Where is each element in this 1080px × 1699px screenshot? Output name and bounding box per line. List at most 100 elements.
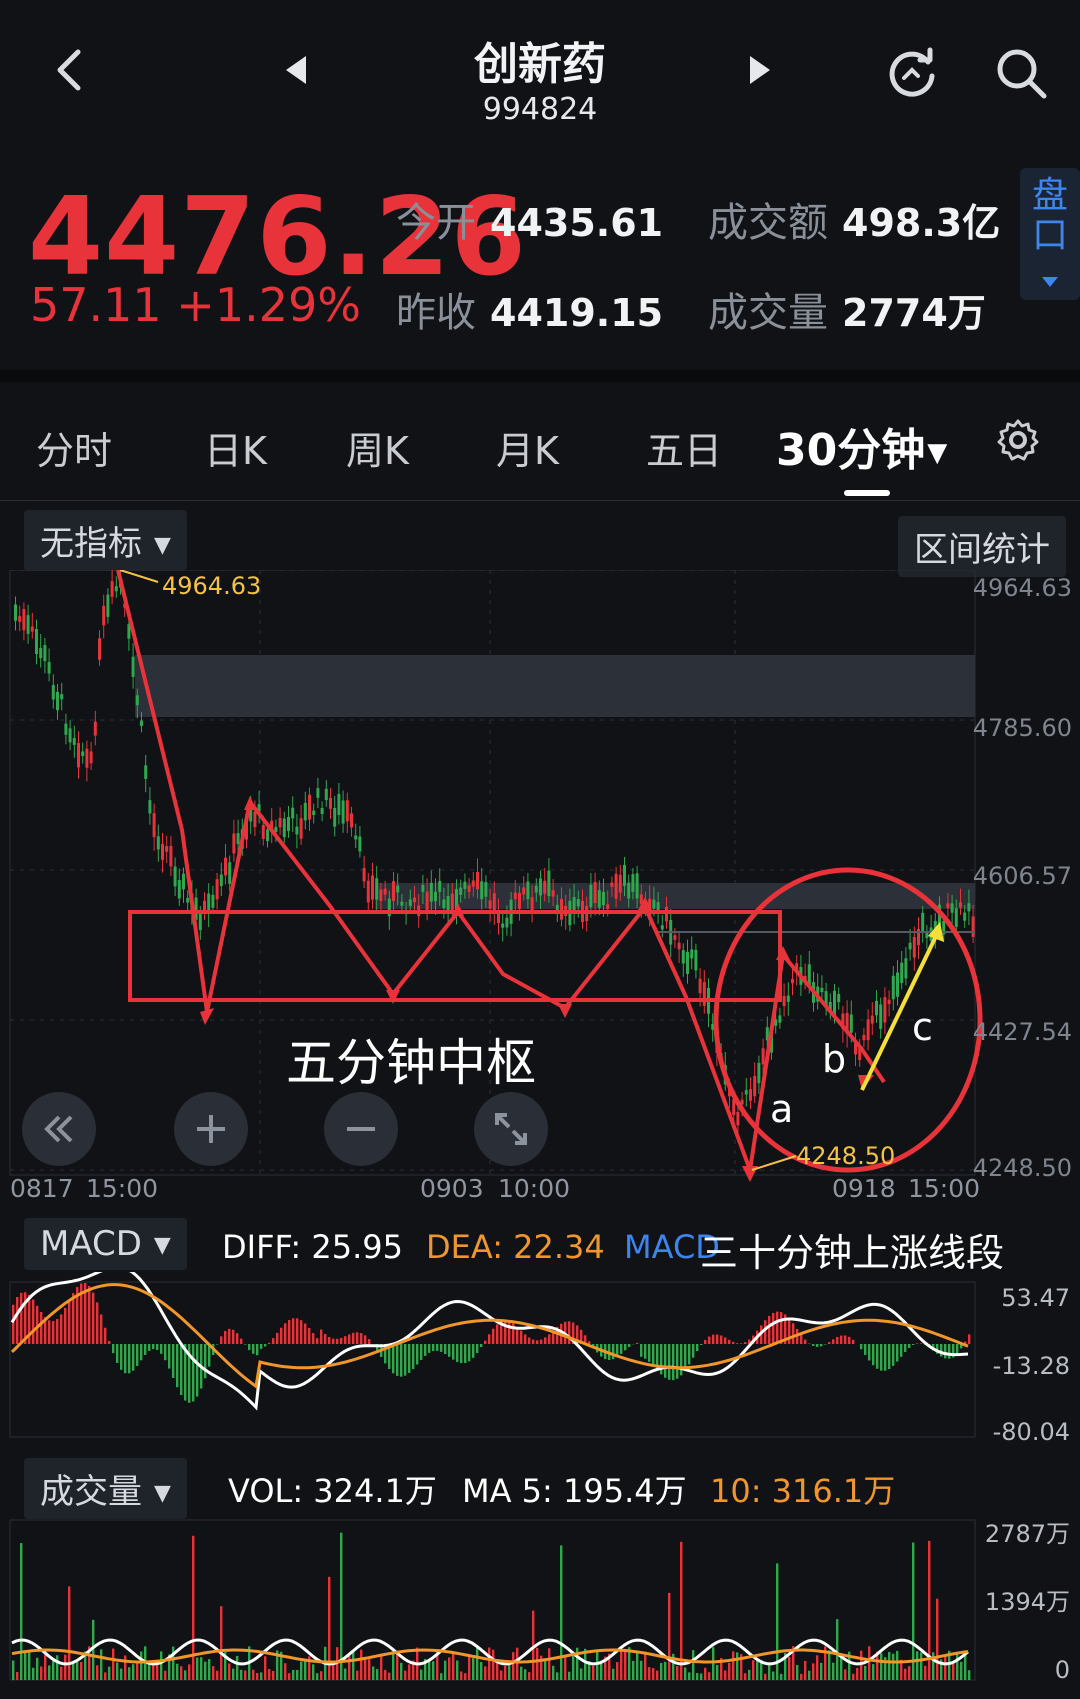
candle-body (761, 1048, 765, 1065)
candle-body (618, 874, 622, 893)
volume-bar (236, 1655, 239, 1680)
volume-bar (648, 1667, 651, 1680)
macd-bar (260, 1344, 263, 1349)
open-value: 4435.61 (490, 201, 664, 245)
macd-dropdown[interactable]: MACD ▼ (24, 1218, 187, 1270)
macd-bar (628, 1344, 631, 1347)
y-tick-label: 4964.63 (973, 574, 1072, 602)
tab-monthly-k[interactable]: 月K (496, 420, 559, 475)
candle-body (287, 816, 290, 832)
tab-weekly-k[interactable]: 周K (346, 420, 409, 475)
candle-body (85, 748, 89, 768)
tab-daily-k[interactable]: 日K (204, 420, 267, 475)
macd-bar (768, 1315, 771, 1344)
macd-bar (192, 1344, 195, 1402)
volume-bar (624, 1648, 627, 1680)
volume-bar (744, 1673, 747, 1680)
zoom-in-button[interactable] (174, 1092, 248, 1166)
tab-five-day[interactable]: 五日 (646, 420, 722, 475)
candle-body (106, 594, 110, 617)
fullscreen-button[interactable] (474, 1092, 548, 1166)
volume-bar (508, 1663, 511, 1680)
macd-bar (724, 1337, 727, 1344)
macd-bar (288, 1319, 291, 1344)
scroll-left-button[interactable] (22, 1092, 96, 1166)
macd-bar (88, 1286, 91, 1344)
volume-bar (148, 1663, 151, 1680)
candle-body (161, 843, 164, 860)
macd-bar (672, 1344, 675, 1381)
macd-bar (680, 1344, 683, 1376)
volume-bar (676, 1666, 679, 1680)
next-stock-button[interactable] (748, 56, 770, 88)
macd-bar (132, 1344, 135, 1371)
candle-body (870, 1015, 874, 1024)
refresh-button[interactable] (884, 46, 940, 106)
volume-bar (228, 1663, 231, 1680)
macd-bar (292, 1318, 295, 1344)
volume-bar (268, 1669, 271, 1680)
volume-bar (220, 1606, 223, 1680)
candle-body (744, 1090, 748, 1095)
caret-down-icon: ▼ (153, 1233, 171, 1258)
volume-bar (716, 1665, 719, 1680)
active-tab-indicator (844, 490, 890, 496)
volume-bar (780, 1673, 783, 1680)
volume-bar (472, 1658, 475, 1680)
macd-bar (812, 1344, 815, 1346)
candle-body (253, 811, 257, 828)
candle-body (442, 899, 446, 909)
macd-bar (12, 1304, 15, 1344)
macd-bar (320, 1329, 323, 1344)
macd-bar (416, 1344, 419, 1365)
volume-bar (476, 1646, 479, 1680)
macd-bar (68, 1300, 71, 1344)
macd-bar (488, 1334, 491, 1344)
volume-bar (728, 1662, 731, 1680)
macd-bar (860, 1344, 863, 1350)
search-button[interactable] (994, 46, 1048, 104)
volume-bar (764, 1673, 767, 1680)
macd-bar (692, 1344, 695, 1358)
volume-bar (112, 1648, 115, 1680)
candle-body (93, 721, 97, 736)
macd-bar (232, 1329, 235, 1344)
indicator-dropdown[interactable]: 无指标 ▼ (24, 510, 187, 571)
zoom-out-icon (347, 1127, 375, 1131)
volume-bar (108, 1666, 111, 1680)
volume-bar (956, 1651, 959, 1680)
candle-body (480, 881, 484, 900)
macd-bar (648, 1344, 651, 1362)
volume-bar (72, 1662, 75, 1680)
macd-bar (888, 1344, 891, 1370)
volume-bar (384, 1669, 387, 1680)
pankou-button[interactable]: 盘口 (1020, 168, 1080, 300)
volume-bar (448, 1657, 451, 1680)
range-stats-button[interactable]: 区间统计 (898, 516, 1066, 577)
candle-body (329, 797, 332, 809)
volume-bar (924, 1665, 927, 1680)
candle-body (182, 873, 185, 890)
tab-30min[interactable]: 30分钟▼ (776, 414, 947, 478)
volume-bar (428, 1660, 431, 1680)
prev-close: 昨收 4419.15 (396, 280, 663, 338)
volume-bar (252, 1669, 255, 1680)
candle-body (518, 892, 521, 909)
tab-intraday[interactable]: 分时 (36, 420, 112, 475)
macd-dea: DEA: 22.34 (426, 1228, 605, 1266)
volume-bar (812, 1663, 815, 1680)
volume-bar (752, 1660, 755, 1680)
volume-bar (828, 1650, 831, 1680)
chart-settings-button[interactable] (996, 418, 1040, 472)
zoom-out-button[interactable] (324, 1092, 398, 1166)
candle-body (866, 1019, 870, 1041)
candle-body (30, 626, 34, 632)
candle-body (606, 904, 610, 910)
macd-bar (96, 1302, 99, 1344)
macd-bar (900, 1344, 903, 1357)
candle-body (434, 891, 437, 902)
macd-bar (884, 1344, 887, 1371)
macd-bar (160, 1344, 163, 1354)
macd-bar (836, 1337, 839, 1344)
volume-bar (568, 1671, 571, 1680)
